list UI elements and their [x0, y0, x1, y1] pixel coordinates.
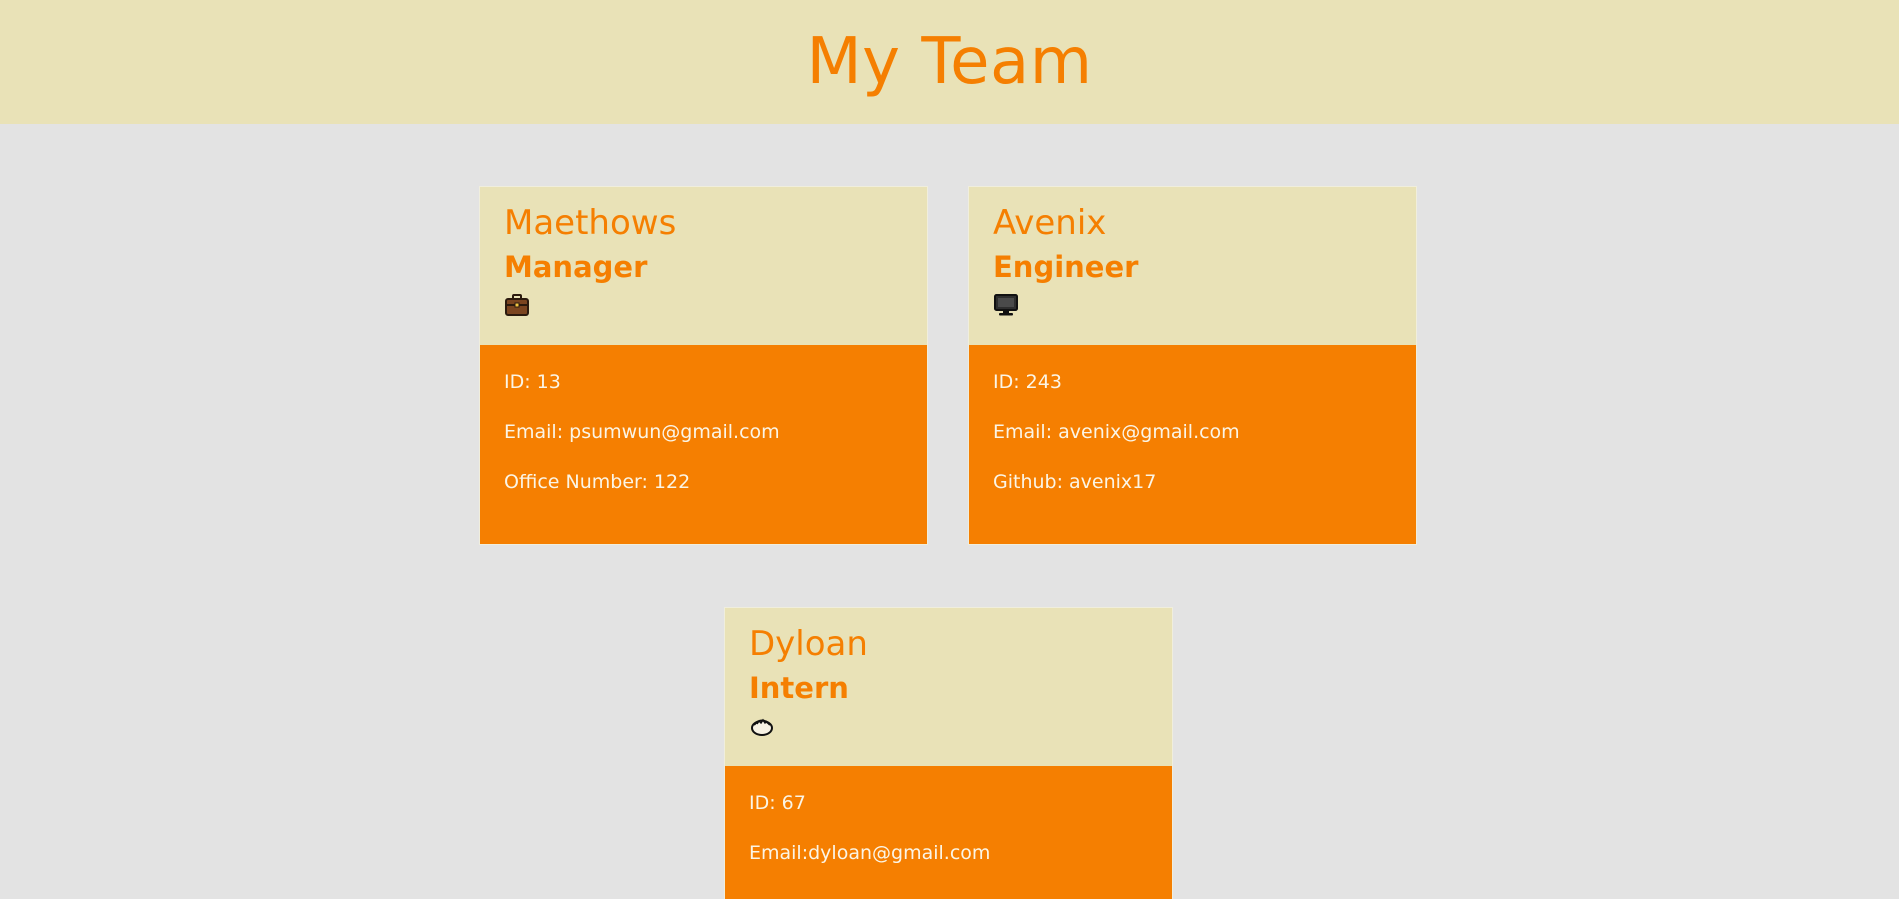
employee-name: Dyloan	[749, 624, 868, 664]
employee-name: Avenix	[993, 203, 1107, 243]
card-details: ID: 67 Email:dyloan@gmail.com	[725, 766, 1172, 894]
graduation-icon	[749, 713, 775, 739]
github-username[interactable]: Github: avenix17	[993, 471, 1392, 493]
card-header: Maethows Manager	[480, 187, 927, 345]
card-details: ID: 13 Email: psumwun@gmail.com Office N…	[480, 345, 927, 523]
employee-email[interactable]: Email: avenix@gmail.com	[993, 421, 1392, 443]
employee-email[interactable]: Email: psumwun@gmail.com	[504, 421, 903, 443]
employee-role: Intern	[749, 670, 849, 705]
team-cards: Maethows Manager ID: 13 Email: psumwun@g…	[0, 124, 1899, 899]
card-details: ID: 243 Email: avenix@gmail.com Github: …	[969, 345, 1416, 523]
page-title: My Team	[806, 25, 1093, 99]
card-header: Avenix Engineer	[969, 187, 1416, 345]
employee-email[interactable]: Email:dyloan@gmail.com	[749, 842, 1148, 864]
employee-id: ID: 243	[993, 371, 1062, 393]
employee-card-engineer: Avenix Engineer ID: 243 Email: avenix@gm…	[968, 186, 1417, 545]
card-header: Dyloan Intern	[725, 608, 1172, 766]
page-header: My Team	[0, 0, 1899, 124]
briefcase-icon	[504, 292, 530, 318]
employee-card-manager: Maethows Manager ID: 13 Email: psumwun@g…	[479, 186, 928, 545]
employee-id: ID: 67	[749, 792, 806, 814]
employee-name: Maethows	[504, 203, 677, 243]
computer-icon	[993, 292, 1019, 318]
employee-card-intern: Dyloan Intern ID: 67 Email:dyloan@gmail.…	[724, 607, 1173, 899]
employee-role: Engineer	[993, 249, 1139, 284]
employee-role: Manager	[504, 249, 648, 284]
employee-id: ID: 13	[504, 371, 561, 393]
office-number: Office Number: 122	[504, 471, 691, 493]
